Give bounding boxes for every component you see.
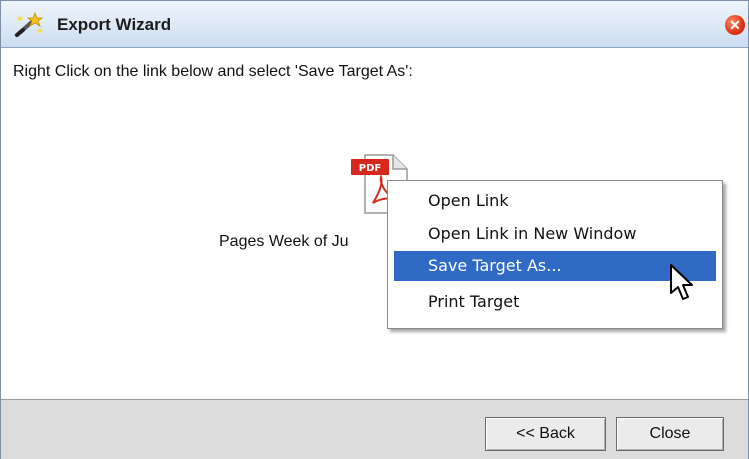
context-menu: Open Link Open Link in New Window Save T… [387, 180, 723, 329]
back-button[interactable]: << Back [485, 417, 606, 451]
close-icon[interactable]: ✕ [725, 15, 745, 35]
magic-wand-icon [15, 11, 44, 37]
menu-item-open-link-new-window[interactable]: Open Link in New Window [394, 219, 716, 249]
dialog-title: Export Wizard [57, 15, 172, 34]
menu-item-open-link[interactable]: Open Link [394, 186, 716, 216]
mouse-pointer-icon [670, 264, 693, 300]
menu-item-print-target[interactable]: Print Target [394, 287, 716, 317]
dialog-footer: << Back Close [1, 399, 748, 459]
menu-item-save-target-as[interactable]: Save Target As... [394, 251, 716, 281]
pdf-icon-label: PDF [359, 163, 381, 174]
title-bar: Export Wizard ✕ [1, 1, 748, 48]
export-wizard-dialog: Export Wizard ✕ Right Click on the link … [0, 0, 749, 459]
file-download-link[interactable]: Pages Week of Ju [219, 233, 349, 251]
instruction-text: Right Click on the link below and select… [13, 63, 413, 80]
close-button[interactable]: Close [616, 417, 724, 451]
